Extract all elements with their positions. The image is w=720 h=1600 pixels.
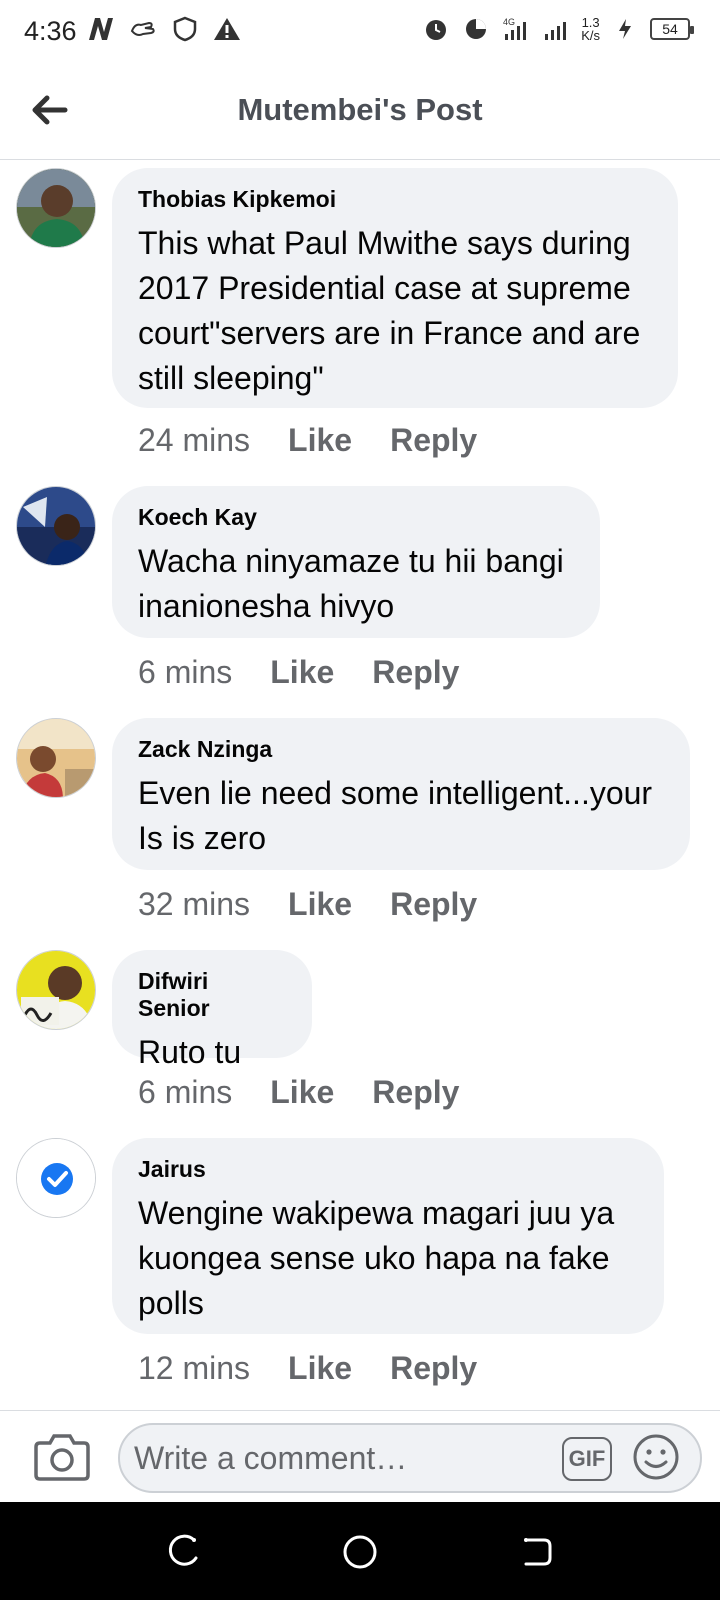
gif-button[interactable]: GIF <box>562 1437 612 1481</box>
status-time: 4:36 <box>24 16 77 46</box>
comment-author[interactable]: Difwiri Senior <box>138 968 286 1022</box>
comment-text: This what Paul Mwithe says during 2017 P… <box>138 225 641 396</box>
comment-actions: 6 mins Like Reply <box>138 1074 497 1111</box>
comment-bubble[interactable]: Zack Nzinga Even lie need some intellige… <box>112 718 690 870</box>
comment-text: Wacha ninyamaze tu hii bangi inanionesha… <box>138 543 564 624</box>
emoji-icon <box>633 1434 679 1480</box>
svg-text:4G: 4G <box>503 17 515 27</box>
comment-actions: 24 mins Like Reply <box>138 422 515 459</box>
comment-bubble[interactable]: Jairus Wengine wakipewa magari juu ya ku… <box>112 1138 664 1334</box>
comment-time: 24 mins <box>138 422 251 458</box>
comment-bubble[interactable]: Thobias Kipkemoi This what Paul Mwithe s… <box>112 168 678 408</box>
reply-button[interactable]: Reply <box>390 1350 477 1387</box>
warning-icon <box>212 14 242 44</box>
system-nav-bar <box>0 1502 720 1600</box>
avatar[interactable] <box>16 168 96 248</box>
camera-button[interactable] <box>34 1431 90 1481</box>
recent-apps-button[interactable] <box>164 1532 204 1572</box>
status-bar: 4:36 4G 1.3 K/s 54 <box>0 0 720 64</box>
comment-text: Ruto tu <box>138 1034 242 1070</box>
comment-actions: 12 mins Like Reply <box>138 1350 515 1387</box>
camera-icon <box>34 1434 90 1481</box>
back-icon <box>524 1538 552 1566</box>
signal-icon <box>541 14 571 44</box>
comment-author[interactable]: Koech Kay <box>138 504 574 531</box>
comment-actions: 6 mins Like Reply <box>138 654 497 691</box>
comment-time: 12 mins <box>138 1350 251 1386</box>
page-title: Mutembei's Post <box>237 92 483 127</box>
comment-actions: 32 mins Like Reply <box>138 886 515 923</box>
comment-input[interactable] <box>118 1423 702 1493</box>
home-button[interactable] <box>340 1532 380 1572</box>
like-button[interactable]: Like <box>288 886 352 923</box>
comments-list[interactable]: Thobias Kipkemoi This what Paul Mwithe s… <box>0 160 720 1410</box>
comment-time: 32 mins <box>138 886 251 922</box>
shield-icon <box>170 14 200 44</box>
system-back-button[interactable] <box>516 1532 556 1572</box>
like-button[interactable]: Like <box>270 654 334 691</box>
hand-icon <box>128 14 158 44</box>
network-speed: 1.3 K/s <box>581 15 600 43</box>
comment-author[interactable]: Zack Nzinga <box>138 736 664 763</box>
like-button[interactable]: Like <box>270 1074 334 1111</box>
comment-bubble[interactable]: Koech Kay Wacha ninyamaze tu hii bangi i… <box>112 486 600 638</box>
reply-button[interactable]: Reply <box>390 886 477 923</box>
signal-icon: 4G <box>501 14 531 44</box>
reply-button[interactable]: Reply <box>390 422 477 459</box>
comment-time: 6 mins <box>138 1074 233 1110</box>
comment-author[interactable]: Jairus <box>138 1156 638 1183</box>
reply-button[interactable]: Reply <box>372 1074 459 1111</box>
verified-check-icon <box>17 1139 95 1217</box>
avatar[interactable] <box>16 718 96 798</box>
status-left-icons <box>86 14 242 44</box>
comment-author[interactable]: Thobias Kipkemoi <box>138 186 652 213</box>
like-button[interactable]: Like <box>288 422 352 459</box>
comment-composer: GIF <box>0 1410 720 1502</box>
comment-text: Even lie need some intelligent...your Is… <box>138 775 653 856</box>
status-right-icons: 4G 1.3 K/s 54 <box>421 14 694 44</box>
comment-time: 6 mins <box>138 654 233 690</box>
reply-button[interactable]: Reply <box>372 654 459 691</box>
comment-bubble[interactable]: Difwiri Senior Ruto tu <box>112 950 312 1070</box>
avatar[interactable] <box>16 950 96 1030</box>
emoji-button[interactable] <box>632 1433 680 1481</box>
avatar[interactable] <box>16 1138 96 1218</box>
data-saver-icon <box>461 14 491 44</box>
battery-icon: 54 <box>650 18 694 40</box>
comment-text: Wengine wakipewa magari juu ya kuongea s… <box>138 1195 615 1321</box>
alarm-icon <box>421 14 451 44</box>
recent-apps-icon <box>168 1534 198 1566</box>
home-icon <box>343 1535 377 1569</box>
charging-icon <box>610 14 640 44</box>
like-button[interactable]: Like <box>288 1350 352 1387</box>
avatar[interactable] <box>16 486 96 566</box>
n-logo-icon <box>86 14 116 44</box>
post-header: Mutembei's Post <box>0 64 720 160</box>
